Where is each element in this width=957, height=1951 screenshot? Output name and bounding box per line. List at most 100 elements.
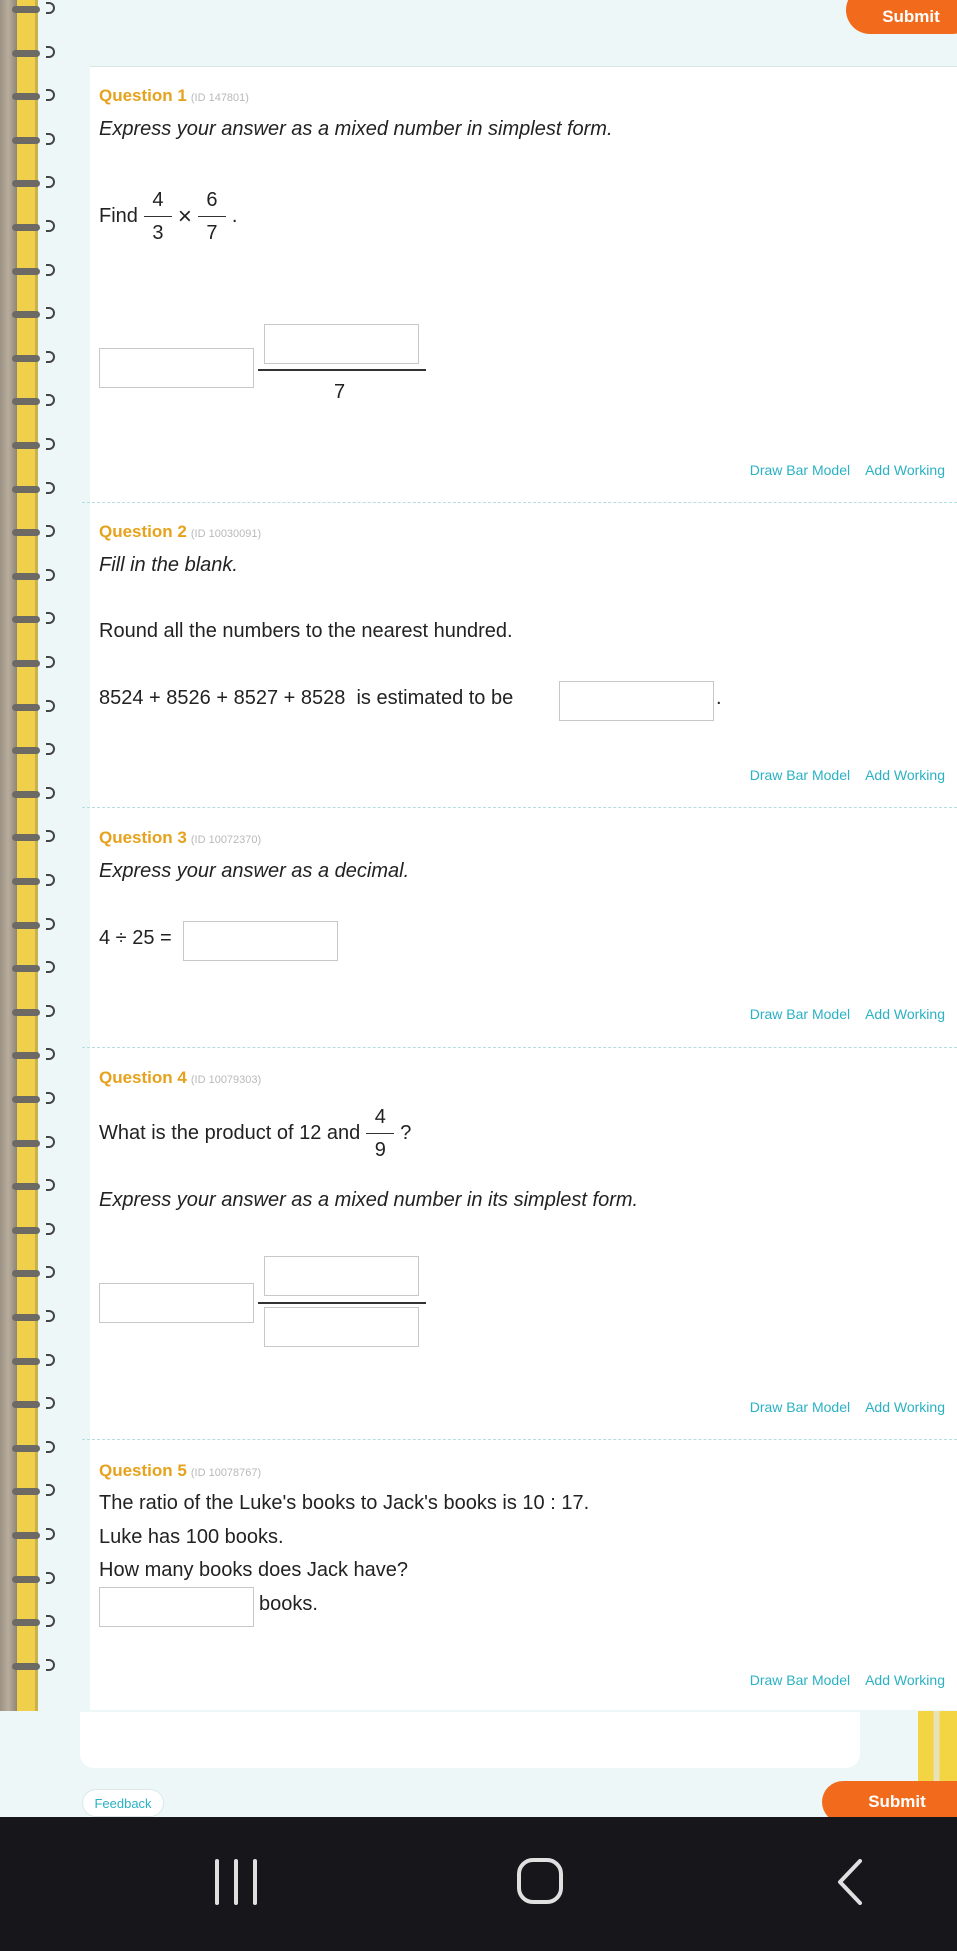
fraction: 4 9	[366, 1101, 395, 1166]
question-title: Question 5	[99, 1461, 187, 1480]
notebook-binding	[0, 0, 90, 1817]
whole-number-input[interactable]	[99, 348, 254, 388]
question-divider	[82, 807, 957, 808]
binding-ring	[12, 1615, 55, 1629]
question-title: Question 2	[99, 522, 187, 541]
question-id: (ID 10079303)	[190, 1074, 262, 1086]
question-2-instruction: Fill in the blank.	[99, 554, 238, 576]
bottom-left-strip	[0, 1711, 80, 1817]
binding-ring	[12, 961, 55, 975]
fraction-numerator: 4	[152, 189, 164, 211]
binding-ring	[12, 1310, 55, 1324]
answer-input[interactable]	[559, 681, 714, 721]
question-divider	[82, 1047, 957, 1048]
fraction-bar	[258, 369, 426, 371]
recent-apps-icon[interactable]	[215, 1859, 257, 1905]
draw-bar-model-link[interactable]: Draw Bar Model	[750, 1006, 850, 1022]
question-1-instruction: Express your answer as a mixed number in…	[99, 118, 613, 140]
question-1-prompt: Find 4 3 × 6 7 .	[99, 184, 949, 249]
unit-label: books.	[259, 1593, 318, 1615]
binding-ring	[12, 1004, 55, 1019]
binding-ring	[12, 525, 55, 539]
denominator-input[interactable]	[264, 1307, 419, 1347]
numerator-input[interactable]	[264, 324, 419, 364]
answer-input[interactable]	[99, 1587, 254, 1627]
binding-ring	[12, 481, 55, 496]
binding-ring	[12, 1528, 55, 1542]
question-title: Question 4	[99, 1068, 187, 1087]
prompt-suffix: ?	[400, 1122, 412, 1144]
question-2: Question 2 (ID 10030091)	[99, 522, 949, 542]
answer-denominator: 7	[334, 381, 346, 403]
system-navigation-bar	[0, 1817, 957, 1951]
prompt-prefix: Find	[99, 205, 138, 227]
question-3-actions: Draw Bar Model Add Working	[735, 1006, 945, 1022]
question-2-actions: Draw Bar Model Add Working	[735, 767, 945, 783]
home-icon[interactable]	[517, 1858, 563, 1904]
question-id: (ID 10072370)	[190, 834, 262, 846]
question-id: (ID 10030091)	[190, 528, 262, 540]
binding-ring	[12, 89, 55, 103]
feedback-button[interactable]: Feedback	[82, 1789, 164, 1817]
question-3-instruction: Express your answer as a decimal.	[99, 860, 410, 882]
whole-number-input[interactable]	[99, 1283, 254, 1323]
submit-button-top[interactable]: Submit	[846, 0, 957, 34]
question-5-line-2: Luke has 100 books.	[99, 1526, 284, 1548]
binding-ring	[12, 568, 55, 583]
prompt-prefix: What is the product of 12 and	[99, 1122, 361, 1144]
binding-ring	[12, 263, 55, 278]
fraction-numerator: 6	[206, 189, 218, 211]
binding-ring	[12, 917, 55, 932]
question-title: Question 3	[99, 828, 187, 847]
fraction-denominator: 3	[152, 222, 164, 244]
question-1-actions: Draw Bar Model Add Working	[735, 462, 945, 478]
question-id: (ID 147801)	[190, 92, 249, 104]
add-working-link[interactable]: Add Working	[865, 1006, 945, 1022]
top-bar	[90, 0, 957, 66]
question-5: Question 5 (ID 10078767)	[99, 1461, 949, 1481]
binding-ring	[12, 1397, 55, 1411]
question-4: Question 4 (ID 10079303)	[99, 1068, 949, 1088]
question-2-prompt: 8524 + 8526 + 8527 + 8528 is estimated t…	[99, 687, 949, 710]
add-working-link[interactable]: Add Working	[865, 462, 945, 478]
binding-ring	[12, 132, 55, 147]
question-5-actions: Draw Bar Model Add Working	[735, 1672, 945, 1688]
add-working-link[interactable]: Add Working	[865, 1672, 945, 1688]
binding-ring	[12, 874, 55, 888]
binding-ring	[12, 743, 55, 757]
binding-ring	[12, 1135, 55, 1150]
question-title: Question 1	[99, 86, 187, 105]
answer-input[interactable]	[183, 921, 338, 961]
question-4-prompt: What is the product of 12 and 4 9 ?	[99, 1101, 949, 1166]
add-working-link[interactable]: Add Working	[865, 1399, 945, 1415]
question-3: Question 3 (ID 10072370)	[99, 828, 949, 848]
fraction-denominator: 7	[206, 222, 218, 244]
back-icon[interactable]	[832, 1859, 872, 1905]
draw-bar-model-link[interactable]: Draw Bar Model	[750, 1399, 850, 1415]
fraction-denominator: 9	[374, 1139, 386, 1161]
question-id: (ID 10078767)	[190, 1467, 262, 1479]
binding-ring	[12, 307, 55, 321]
prompt-after: is estimated to be	[356, 687, 514, 709]
draw-bar-model-link[interactable]: Draw Bar Model	[750, 767, 850, 783]
bottom-card	[80, 1712, 860, 1768]
binding-ring	[12, 612, 55, 626]
prompt-suffix: .	[716, 687, 722, 709]
binding-ring	[12, 176, 55, 190]
fraction-numerator: 4	[374, 1106, 386, 1128]
binding-ring	[12, 1484, 55, 1498]
binding-ring	[12, 350, 55, 365]
binding-ring	[12, 1222, 55, 1237]
binding-ring	[12, 438, 55, 452]
binding-ring	[12, 699, 55, 714]
expression: 8524 + 8526 + 8527 + 8528	[99, 687, 346, 709]
binding-ring	[12, 830, 55, 844]
binding-ring	[12, 45, 55, 60]
binding-ring	[12, 1179, 55, 1193]
draw-bar-model-link[interactable]: Draw Bar Model	[750, 1672, 850, 1688]
binding-ring	[12, 1658, 55, 1673]
numerator-input[interactable]	[264, 1256, 419, 1296]
fraction-b: 6 7	[197, 184, 226, 249]
draw-bar-model-link[interactable]: Draw Bar Model	[750, 462, 850, 478]
add-working-link[interactable]: Add Working	[865, 767, 945, 783]
